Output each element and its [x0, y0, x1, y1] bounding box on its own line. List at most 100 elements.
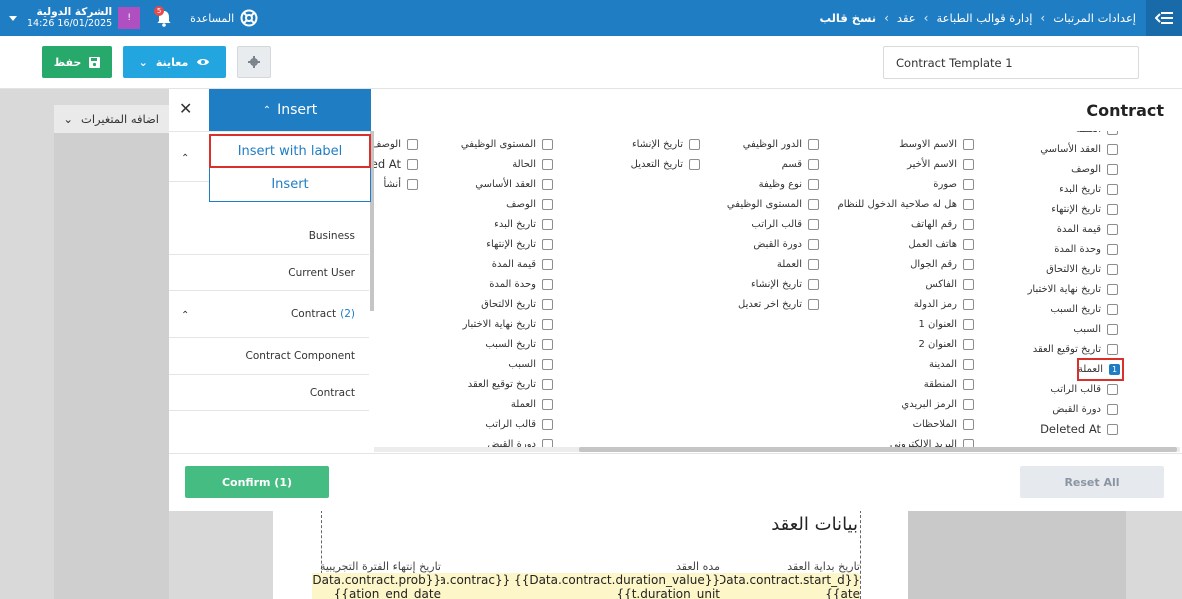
field-checkbox-row[interactable]: قيمة المدة [492, 254, 553, 274]
group-current-user[interactable]: Current User [169, 255, 369, 291]
field-checkbox[interactable] [1107, 183, 1118, 195]
field-checkbox[interactable] [542, 358, 553, 370]
menu-item-insert-with-label[interactable]: Insert with label [209, 134, 371, 168]
field-checkbox[interactable] [963, 258, 974, 270]
field-checkbox[interactable] [1107, 283, 1118, 295]
field-checkbox[interactable] [1107, 343, 1118, 355]
field-checkbox[interactable] [963, 178, 974, 190]
field-checkbox-row[interactable]: الفاكس [926, 274, 974, 294]
field-checkbox-row[interactable]: تاريخ البدء [494, 214, 553, 234]
field-checkbox[interactable] [808, 218, 819, 230]
field-checkbox[interactable] [1107, 163, 1118, 175]
notifications-button[interactable]: 5 [154, 6, 174, 28]
field-checkbox-row[interactable]: تاريخ اخر تعديل [738, 294, 819, 314]
field-checkbox-row[interactable]: تاريخ التعديل [631, 154, 700, 174]
field-checkbox-row[interactable]: العقد الأساسي [475, 174, 553, 194]
field-checkbox-row[interactable]: العملة [777, 254, 819, 274]
field-checkbox[interactable] [689, 158, 700, 170]
grid-horizontal-scrollbar[interactable] [579, 447, 1177, 452]
field-checkbox-row[interactable]: الاسم الأخير [907, 154, 974, 174]
field-checkbox-row[interactable]: الوصف [1071, 159, 1118, 179]
field-checkbox[interactable] [808, 258, 819, 270]
add-variables-tab[interactable]: ⌄ اضافه المتغيرات [54, 105, 169, 133]
field-checkbox[interactable] [1107, 243, 1118, 255]
field-checkbox[interactable] [963, 198, 974, 210]
field-checkbox-row[interactable]: قالب الراتب [751, 214, 819, 234]
field-checkbox-row[interactable]: العقد الأساسي [1040, 139, 1118, 159]
field-checkbox[interactable] [808, 158, 819, 170]
field-checkbox-row[interactable]: تاريخ الإنتهاء [486, 234, 553, 254]
field-checkbox-row[interactable]: السبب [1073, 319, 1118, 339]
account-dropdown-icon[interactable] [9, 15, 17, 21]
field-checkbox[interactable] [542, 198, 553, 210]
field-checkbox[interactable] [542, 338, 553, 350]
breadcrumb-print-templates[interactable]: إدارة قوالب الطباعة [936, 11, 1032, 25]
field-checkbox-row[interactable]: قالب الراتب [1050, 379, 1118, 399]
field-checkbox-row[interactable]: الوصف [506, 194, 553, 214]
field-checkbox[interactable] [808, 298, 819, 310]
field-checkbox-row[interactable]: تاريخ الالتحاق [1046, 259, 1118, 279]
field-checkbox-row[interactable]: رقم الجوال [910, 254, 974, 274]
field-checkbox-row[interactable]: وحدة المدة [489, 274, 553, 294]
field-checkbox-row[interactable]: صورة [933, 174, 974, 194]
field-checkbox[interactable] [689, 138, 700, 150]
field-checkbox-row[interactable]: وحدة المدة [1054, 239, 1118, 259]
field-checkbox[interactable] [407, 138, 418, 150]
field-checkbox[interactable] [963, 398, 974, 410]
field-checkbox-row[interactable]: أنشأ [383, 174, 418, 194]
settings-button[interactable] [237, 46, 271, 78]
field-checkbox[interactable] [542, 398, 553, 410]
help-link[interactable]: المساعدة [190, 9, 258, 27]
field-checkbox-row[interactable]: تاريخ نهاية الاختبار [1028, 279, 1118, 299]
field-checkbox[interactable] [542, 418, 553, 430]
field-checkbox[interactable] [542, 298, 553, 310]
field-checkbox[interactable] [542, 278, 553, 290]
field-checkbox-row[interactable]: تاريخ البدء [1059, 179, 1118, 199]
field-checkbox-row[interactable]: تاريخ توقيع العقد [468, 374, 553, 394]
field-checkbox[interactable] [963, 238, 974, 250]
menu-toggle-button[interactable] [1146, 0, 1182, 36]
field-checkbox[interactable] [542, 238, 553, 250]
field-checkbox-row[interactable]: تاريخ الإنتهاء [1051, 199, 1118, 219]
field-checkbox[interactable] [407, 178, 418, 190]
field-checkbox-row[interactable]: تاريخ الالتحاق [481, 294, 553, 314]
group-business[interactable]: Business [169, 218, 369, 255]
field-checkbox[interactable] [963, 278, 974, 290]
field-checkbox[interactable] [1107, 203, 1118, 215]
field-checkbox[interactable] [1107, 423, 1118, 435]
field-checkbox-row[interactable]: العملة [511, 394, 553, 414]
field-checkbox[interactable] [963, 378, 974, 390]
field-checkbox[interactable] [963, 218, 974, 230]
preview-button[interactable]: ⌄ معاينة [123, 46, 226, 78]
group-contract-header[interactable]: ⌃ Contract (2) [169, 291, 369, 338]
field-checkbox-row[interactable]: تاريخ توقيع العقد [1033, 339, 1118, 359]
field-checkbox[interactable] [808, 238, 819, 250]
field-checkbox-row[interactable]: الوصف [374, 134, 418, 154]
field-checkbox-row[interactable]: ed At [374, 154, 418, 174]
field-checkbox[interactable] [1107, 303, 1118, 315]
field-checkbox[interactable] [963, 418, 974, 430]
field-checkbox[interactable] [1107, 131, 1118, 135]
field-checkbox-row[interactable]: Deleted At [1040, 419, 1118, 439]
menu-item-insert[interactable]: Insert [210, 168, 370, 201]
field-checkbox[interactable] [542, 178, 553, 190]
field-checkbox-row[interactable]: السبب [508, 354, 553, 374]
field-checkbox[interactable] [963, 138, 974, 150]
field-checkbox[interactable] [542, 158, 553, 170]
company-info[interactable]: الشركة الدولية 14:26 16/01/2025 [27, 6, 112, 30]
field-checkbox-row[interactable]: قيمة المدة [1057, 219, 1118, 239]
field-checkbox-row[interactable]: قسم [782, 154, 819, 174]
field-checkbox-row[interactable]: الاسم الاوسط [899, 134, 974, 154]
field-checkbox-row[interactable]: تاريخ الإنشاء [751, 274, 819, 294]
breadcrumb-payroll-settings[interactable]: إعدادات المرتبات [1053, 11, 1136, 25]
confirm-button[interactable]: Confirm (1) [185, 466, 329, 498]
field-checkbox[interactable] [542, 258, 553, 270]
field-checkbox[interactable] [542, 318, 553, 330]
field-checkbox[interactable] [808, 178, 819, 190]
avatar[interactable]: ! [118, 7, 141, 29]
group-contract[interactable]: Contract [169, 375, 369, 411]
field-checkbox[interactable] [407, 158, 418, 170]
field-checkbox-row[interactable]: العنوان 1 [918, 314, 974, 334]
field-checkbox[interactable] [963, 318, 974, 330]
field-checkbox-row[interactable]: الملاحظات [913, 414, 974, 434]
